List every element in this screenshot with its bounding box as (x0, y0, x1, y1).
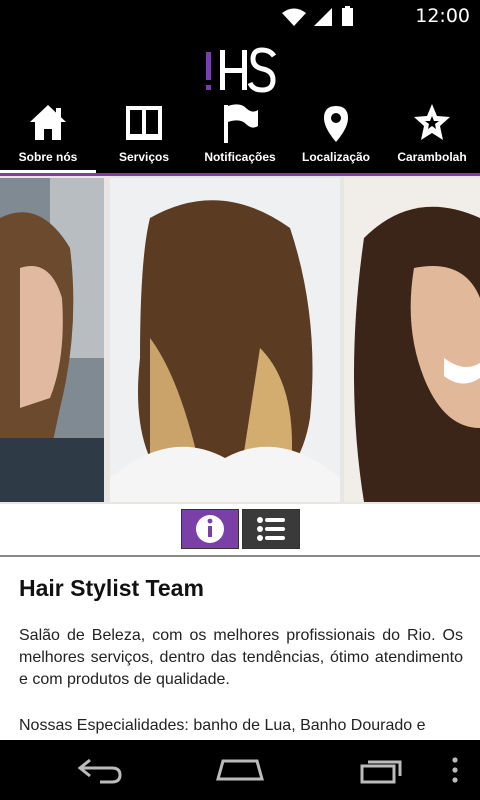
book-icon (126, 106, 162, 140)
tab-sobre-nos[interactable]: Sobre nós (0, 100, 96, 172)
brand-logo (206, 47, 277, 93)
star-badge-icon (414, 104, 450, 140)
gallery-photo (110, 178, 340, 502)
status-bar: 12:00 (0, 0, 480, 32)
tab-notificacoes[interactable]: Notificações (192, 100, 288, 172)
gallery-photo (0, 178, 104, 502)
info-icon (196, 515, 224, 543)
map-pin-icon (324, 106, 348, 142)
tab-label: Sobre nós (18, 150, 78, 164)
flag-icon (224, 104, 258, 143)
recents-icon[interactable] (358, 756, 404, 784)
tab-label: Serviços (118, 150, 170, 164)
system-navigation-bar (0, 740, 480, 800)
status-icons (282, 6, 353, 26)
list-icon (257, 517, 285, 541)
specialties-paragraph: Nossas Especialidades: banho de Lua, Ban… (19, 717, 426, 734)
battery-icon (342, 6, 353, 26)
page-title: Hair Stylist Team (19, 575, 204, 601)
tab-label: Carambolah (397, 150, 467, 164)
back-icon[interactable] (76, 756, 124, 784)
app-header (0, 32, 480, 100)
tab-carambolah[interactable]: Carambolah (384, 100, 480, 172)
gallery-photo (344, 178, 480, 502)
home-icon (30, 105, 66, 140)
tab-label: Localização (301, 150, 371, 164)
wifi-icon (282, 8, 306, 26)
view-toggle-bar (0, 504, 480, 556)
clock: 12:00 (415, 5, 470, 27)
tab-label: Notificações (204, 150, 276, 164)
tab-servicos[interactable]: Serviços (96, 100, 192, 172)
signal-icon (314, 8, 332, 26)
info-view-button[interactable] (181, 509, 239, 549)
photo-gallery[interactable] (0, 176, 480, 504)
tab-localizacao[interactable]: Localização (288, 100, 384, 172)
overflow-menu-icon[interactable] (448, 756, 462, 784)
description-paragraph: Salão de Beleza, com os melhores profiss… (19, 627, 463, 688)
top-nav: Sobre nós Serviços Notificações Localiza… (0, 100, 480, 172)
about-content: Hair Stylist Team Salão de Beleza, com o… (0, 557, 480, 740)
list-view-button[interactable] (242, 509, 300, 549)
home-key-icon[interactable] (215, 758, 265, 782)
